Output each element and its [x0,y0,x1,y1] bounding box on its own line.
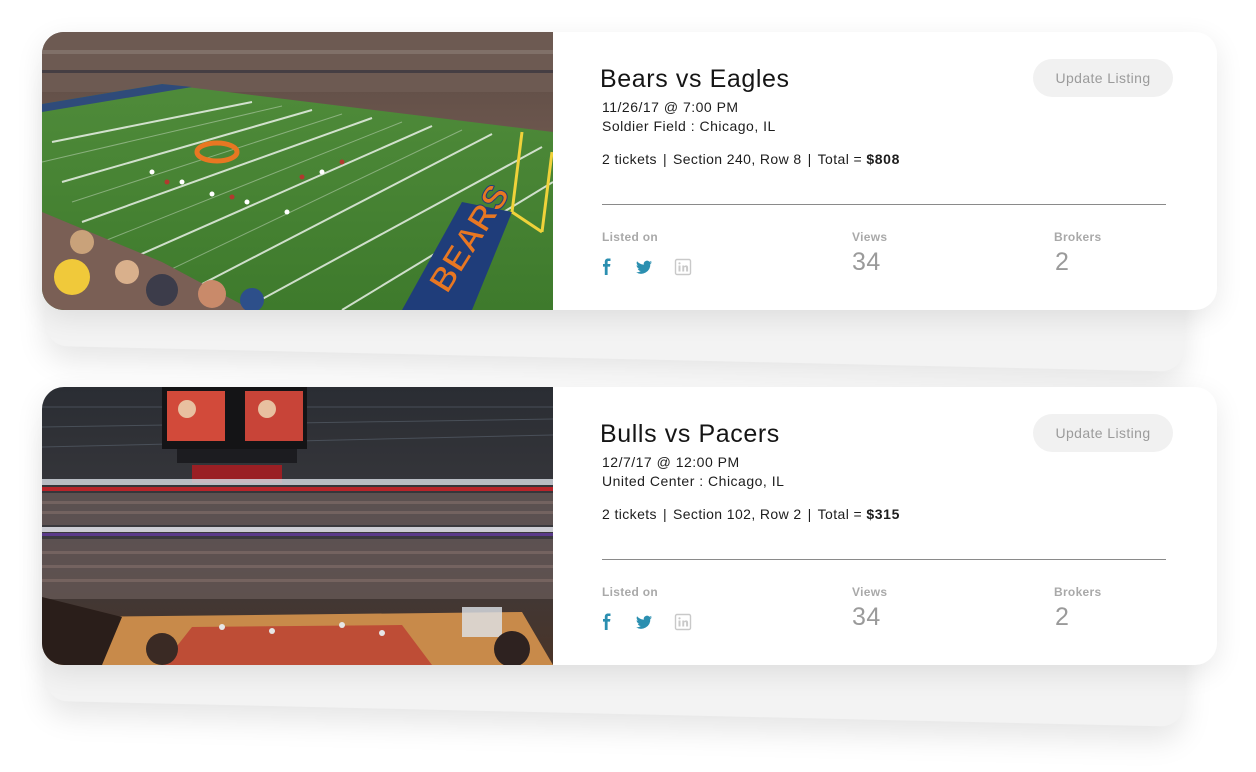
update-listing-button[interactable]: Update Listing [1033,59,1173,97]
divider [602,559,1166,560]
separator: | [807,506,812,522]
event-title: Bears vs Eagles [600,65,790,93]
separator: | [662,506,667,522]
twitter-icon[interactable] [635,613,653,631]
total-price: $315 [866,506,900,522]
listed-on-label: Listed on [602,585,659,599]
views-count: 34 [852,248,881,276]
views-label: Views [852,585,888,599]
ticket-summary: 2 tickets | Section 102, Row 2 | Total = $31… [602,506,900,522]
event-venue: Soldier Field : Chicago, IL [602,118,776,134]
seat-info: Section 240, Row 8 [673,151,802,167]
ticket-summary: 2 tickets | Section 240, Row 8 | Total = $80… [602,151,900,167]
event-title: Bulls vs Pacers [600,420,780,448]
listing-card-wrapper: BEARS Bears vs Eagles 11/26/17 @ 7:00 PM… [42,32,1217,372]
event-datetime: 11/26/17 @ 7:00 PM [602,99,739,115]
brokers-count: 2 [1055,248,1070,276]
listed-on-label: Listed on [602,230,659,244]
ticket-count: 2 tickets [602,506,657,522]
listing-card: BEARS Bears vs Eagles 11/26/17 @ 7:00 PM… [42,32,1217,310]
total-label: Total = [817,506,863,522]
views-count: 34 [852,603,881,631]
listing-card: Bulls vs Pacers 12/7/17 @ 12:00 PM Unite… [42,387,1217,665]
total-label: Total = [817,151,863,167]
separator: | [807,151,812,167]
brokers-count: 2 [1055,603,1070,631]
football-stadium-photo: BEARS [42,32,553,310]
seat-info: Section 102, Row 2 [673,506,802,522]
facebook-icon[interactable] [598,613,616,631]
listing-card-wrapper: Bulls vs Pacers 12/7/17 @ 12:00 PM Unite… [42,387,1217,727]
total-price: $808 [866,151,900,167]
brokers-label: Brokers [1054,230,1102,244]
listings-stage: BEARS Bears vs Eagles 11/26/17 @ 7:00 PM… [0,0,1256,772]
basketball-arena-photo [42,387,553,665]
brokers-label: Brokers [1054,585,1102,599]
separator: | [662,151,667,167]
linkedin-icon[interactable] [674,258,692,276]
linkedin-icon[interactable] [674,613,692,631]
views-label: Views [852,230,888,244]
facebook-icon[interactable] [598,258,616,276]
divider [602,204,1166,205]
twitter-icon[interactable] [635,258,653,276]
update-listing-button[interactable]: Update Listing [1033,414,1173,452]
ticket-count: 2 tickets [602,151,657,167]
event-datetime: 12/7/17 @ 12:00 PM [602,454,740,470]
event-venue: United Center : Chicago, IL [602,473,785,489]
